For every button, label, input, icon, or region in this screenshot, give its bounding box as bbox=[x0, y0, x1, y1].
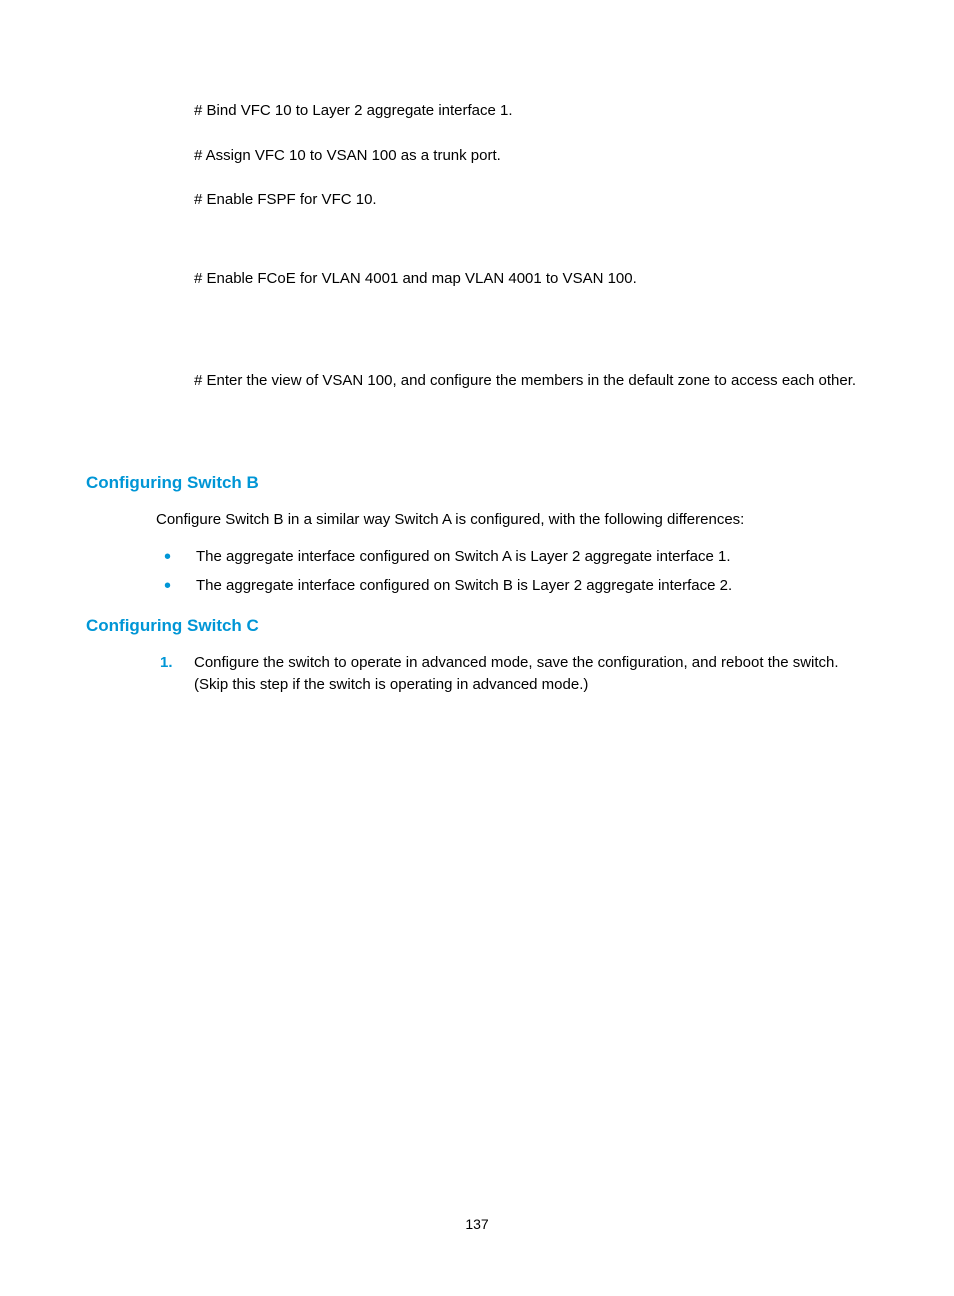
body-paragraph: # Enter the view of VSAN 100, and config… bbox=[86, 370, 868, 393]
section-heading-switch-b: Configuring Switch B bbox=[86, 473, 868, 493]
body-paragraph: # Enable FSPF for VFC 10. bbox=[86, 189, 868, 212]
list-item: The aggregate interface configured on Sw… bbox=[196, 545, 868, 568]
item-number: 1. bbox=[160, 652, 194, 697]
page-content: # Bind VFC 10 to Layer 2 aggregate inter… bbox=[0, 0, 954, 697]
page-number: 137 bbox=[0, 1216, 954, 1232]
body-paragraph: # Assign VFC 10 to VSAN 100 as a trunk p… bbox=[86, 145, 868, 168]
list-item: The aggregate interface configured on Sw… bbox=[196, 574, 868, 597]
body-paragraph: # Bind VFC 10 to Layer 2 aggregate inter… bbox=[86, 100, 868, 123]
bullet-list: The aggregate interface configured on Sw… bbox=[86, 545, 868, 598]
body-paragraph: # Enable FCoE for VLAN 4001 and map VLAN… bbox=[86, 268, 868, 291]
item-text: Configure the switch to operate in advan… bbox=[194, 652, 868, 697]
section-heading-switch-c: Configuring Switch C bbox=[86, 616, 868, 636]
section-intro: Configure Switch B in a similar way Swit… bbox=[86, 509, 868, 532]
numbered-item: 1. Configure the switch to operate in ad… bbox=[86, 652, 868, 697]
